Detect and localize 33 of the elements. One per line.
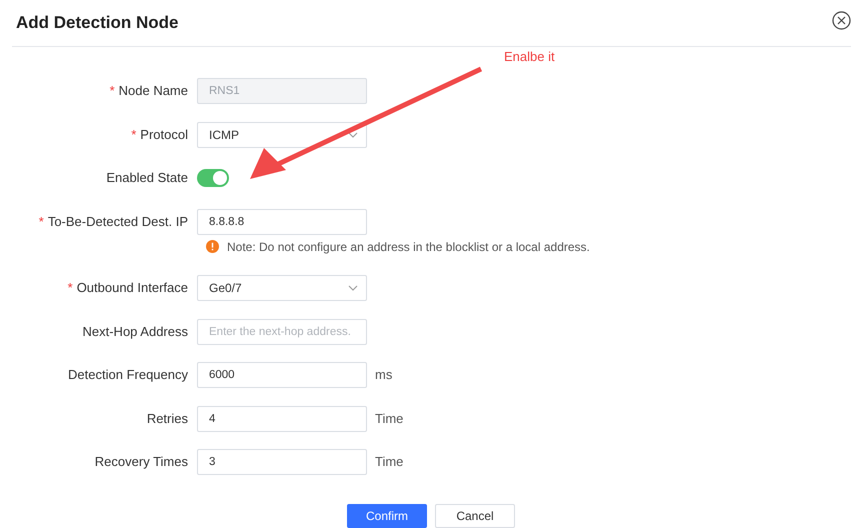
field-label: Retries [146,410,188,428]
annotation-text: Enalbe it [504,48,555,66]
unit-label: Time [375,410,404,428]
dropdown[interactable]: Ge0/7 [197,275,367,301]
field-label: To-Be-Detected Dest. IP [48,212,188,231]
confirm-button[interactable]: Confirm [347,504,427,528]
input-field[interactable]: 8.8.8.8 [197,208,367,234]
dropdown[interactable]: ICMP [197,122,367,148]
field-label: Node Name [118,82,188,100]
field-label: Next-Hop Address [82,322,188,341]
input-field[interactable]: Enter the next-hop address. [197,318,367,344]
dialog-title: Add Detection Node [16,12,178,34]
chevron-down-icon [348,132,358,138]
field-label: Enabled State [106,169,188,188]
chevron-down-icon [348,285,358,291]
input-field[interactable]: 3 [197,449,367,475]
warning-icon [206,240,219,253]
field-label: Recovery Times [94,453,188,472]
field-label: Protocol [140,126,188,144]
note-text: Note: Do not configure an address in the blocklist or a local address. [227,238,590,256]
unit-label: Time [375,453,404,472]
field-label: Detection Frequency [68,366,188,384]
close-icon[interactable] [832,10,851,30]
field-label: Outbound Interface [76,279,188,298]
input-field[interactable]: 4 [197,406,367,432]
toggle-switch[interactable] [197,169,229,187]
unit-label: ms [375,366,392,384]
required-mark: * [68,279,73,298]
cancel-button[interactable]: Cancel [435,504,515,528]
input-field[interactable]: 6000 [197,362,367,388]
required-mark: * [38,212,44,231]
required-mark: * [110,82,115,100]
required-mark: * [131,126,136,144]
